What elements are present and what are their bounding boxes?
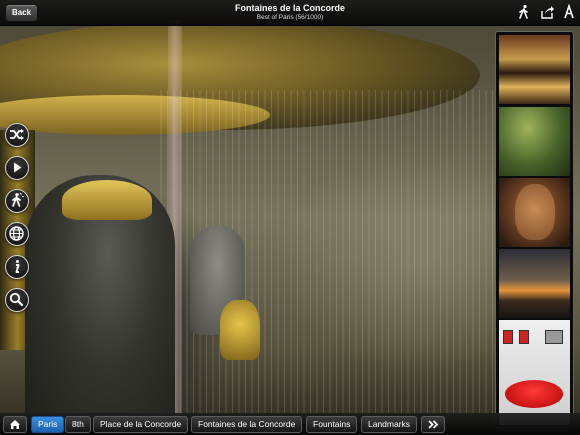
play-button[interactable] <box>5 156 29 180</box>
info-icon <box>15 260 20 273</box>
mask-shape <box>515 184 555 240</box>
page-subtitle: Best of Paris (56/1000) <box>256 14 324 21</box>
walking-icon[interactable] <box>516 4 532 20</box>
share-icon[interactable] <box>539 4 555 20</box>
top-bar: Back Fontaines de la Concorde Best of Pa… <box>0 0 580 26</box>
thumb-bridge-sunset[interactable] <box>499 249 570 318</box>
font-size-icon[interactable] <box>561 4 577 20</box>
breadcrumb-item-fontaines[interactable]: Fontaines de la Concorde <box>191 416 303 433</box>
lips-sofa <box>505 380 563 408</box>
globe-icon <box>9 226 24 241</box>
breadcrumb-item-8th[interactable]: 8th <box>65 416 91 433</box>
art-frame <box>503 330 513 344</box>
home-icon <box>10 420 20 429</box>
info-button[interactable] <box>5 255 29 279</box>
thumb-green-wall[interactable] <box>499 107 570 176</box>
more-button[interactable] <box>421 416 445 433</box>
thumbnail-strip[interactable] <box>495 31 574 428</box>
home-button[interactable] <box>3 416 27 433</box>
statue-gold-ornament <box>220 300 260 360</box>
search-icon <box>9 292 24 307</box>
back-button[interactable]: Back <box>5 4 39 22</box>
statue-crown <box>62 180 152 220</box>
breadcrumb-item-paris[interactable]: Paris <box>31 416 65 433</box>
shuffle-button[interactable] <box>5 123 29 147</box>
breadcrumb-item-landmarks[interactable]: Landmarks <box>361 416 418 433</box>
thumb-carousel[interactable] <box>499 35 570 104</box>
play-icon <box>14 162 22 173</box>
breadcrumb-item-place-de-la-concorde[interactable]: Place de la Concorde <box>93 416 189 433</box>
thumb-lips-sofa[interactable] <box>499 320 570 425</box>
breadcrumb-item-fountains[interactable]: Fountains <box>306 416 358 433</box>
map-button[interactable] <box>5 222 29 246</box>
thumb-mask[interactable] <box>499 178 570 247</box>
art-frame <box>519 330 529 344</box>
shuffle-icon <box>10 129 24 140</box>
walker-icon <box>12 192 24 207</box>
double-chevron-right-icon <box>428 420 439 429</box>
main-photo[interactable] <box>0 0 580 435</box>
search-button[interactable] <box>5 288 29 312</box>
art-frame <box>545 330 563 344</box>
page-title: Fontaines de la Concorde <box>234 3 346 13</box>
breadcrumb: Paris 8th Place de la Concorde Fontaines… <box>0 413 580 435</box>
walk-tour-button[interactable] <box>5 189 29 213</box>
